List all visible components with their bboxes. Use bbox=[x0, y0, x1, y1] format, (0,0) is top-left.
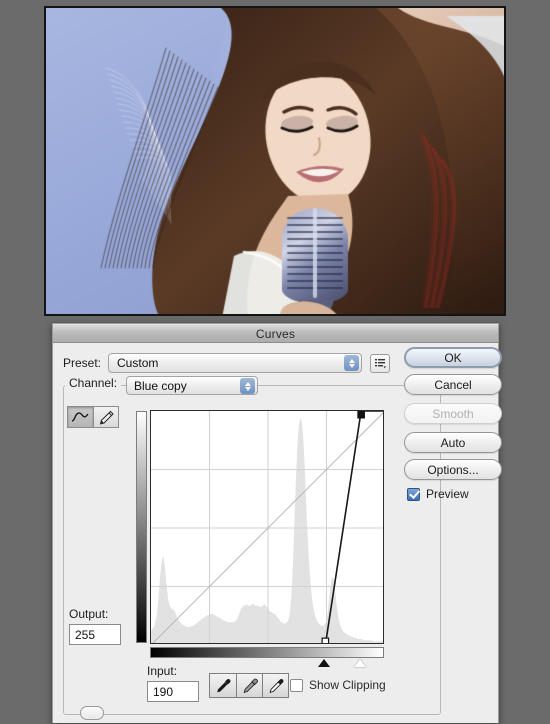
output-value: 255 bbox=[75, 627, 96, 642]
cancel-button-label: Cancel bbox=[434, 377, 472, 392]
ok-button[interactable]: OK bbox=[404, 347, 502, 368]
output-gradient-bar bbox=[136, 411, 147, 643]
black-point-marker[interactable] bbox=[318, 659, 331, 667]
pencil-icon bbox=[99, 410, 114, 424]
eyedropper-gray-icon bbox=[243, 678, 258, 693]
output-field[interactable]: 255 bbox=[69, 624, 121, 645]
preview-label: Preview bbox=[426, 487, 469, 501]
list-menu-icon bbox=[375, 359, 387, 369]
output-block: Output: 255 bbox=[69, 607, 121, 645]
smooth-button-label: Smooth bbox=[432, 406, 474, 421]
channel-value: Blue copy bbox=[134, 378, 187, 393]
black-point-eyedropper[interactable] bbox=[210, 674, 236, 697]
channel-label: Channel: bbox=[65, 376, 122, 390]
cancel-button[interactable]: Cancel bbox=[404, 374, 502, 395]
preset-value: Custom bbox=[117, 356, 159, 370]
preset-label: Preset: bbox=[63, 356, 102, 370]
preset-menu-button[interactable] bbox=[370, 353, 391, 373]
image-preview-canvas bbox=[46, 8, 504, 314]
options-button-label: Options... bbox=[427, 462, 479, 477]
ok-button-label: OK bbox=[444, 350, 462, 365]
channel-stepper[interactable] bbox=[240, 378, 255, 394]
preset-select[interactable]: Custom bbox=[108, 353, 363, 373]
dialog-title: Curves bbox=[255, 326, 296, 341]
image-preview bbox=[44, 6, 506, 316]
preset-stepper[interactable] bbox=[344, 355, 360, 371]
dialog-bottom-cutoff-control[interactable] bbox=[80, 706, 104, 720]
curves-graph-svg bbox=[151, 411, 383, 643]
pencil-tool[interactable] bbox=[93, 407, 118, 427]
dialog-button-column: OK Cancel Smooth Auto Options... Preview bbox=[404, 347, 502, 501]
options-button[interactable]: Options... bbox=[404, 459, 502, 480]
dialog-titlebar[interactable]: Curves bbox=[53, 324, 498, 343]
input-block: Input: 190 bbox=[147, 664, 199, 702]
eyedropper-black-icon bbox=[217, 678, 231, 692]
auto-button[interactable]: Auto bbox=[404, 432, 502, 453]
curves-graph[interactable] bbox=[150, 410, 384, 644]
eyedropper-group bbox=[209, 673, 289, 698]
eyedropper-white-icon bbox=[269, 678, 283, 693]
auto-button-label: Auto bbox=[440, 435, 466, 450]
show-clipping-checkbox[interactable] bbox=[290, 678, 303, 692]
gray-point-eyedropper[interactable] bbox=[236, 674, 262, 697]
show-clipping-label: Show Clipping bbox=[309, 678, 386, 692]
output-label: Output: bbox=[69, 607, 109, 621]
input-gradient-bar bbox=[150, 647, 384, 658]
curve-icon bbox=[71, 411, 89, 422]
preview-checkbox[interactable] bbox=[407, 487, 420, 501]
curve-tool[interactable] bbox=[68, 407, 93, 427]
curve-tool-group bbox=[67, 406, 119, 428]
smooth-button: Smooth bbox=[404, 403, 502, 424]
preview-row[interactable]: Preview bbox=[407, 487, 502, 501]
white-point-marker[interactable] bbox=[354, 659, 367, 667]
channel-select[interactable]: Blue copy bbox=[126, 376, 258, 395]
input-label: Input: bbox=[147, 664, 178, 678]
white-point-eyedropper[interactable] bbox=[262, 674, 288, 697]
show-clipping-row[interactable]: Show Clipping bbox=[290, 678, 386, 692]
input-value: 190 bbox=[153, 684, 174, 699]
input-field[interactable]: 190 bbox=[147, 681, 199, 702]
